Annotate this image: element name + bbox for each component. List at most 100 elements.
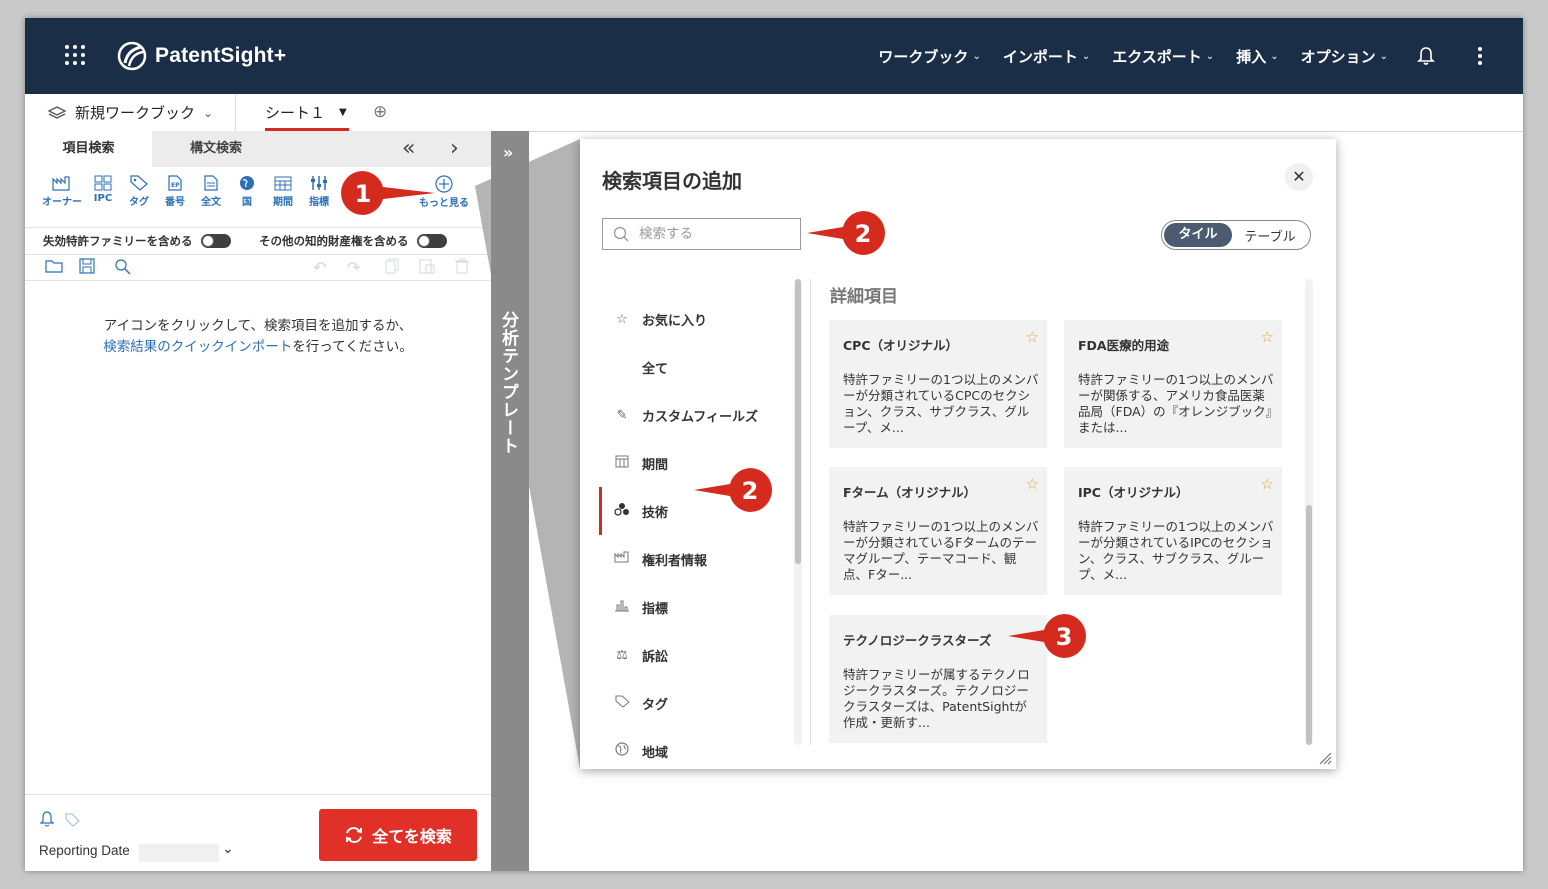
field-country-button[interactable]: 国	[229, 175, 265, 208]
field-owner-button[interactable]: オーナー	[39, 175, 85, 208]
category-all[interactable]: 全て	[602, 343, 792, 391]
scrollbar-thumb[interactable]	[1306, 505, 1312, 745]
tag-icon[interactable]	[65, 813, 80, 827]
chevron-right-icon[interactable]: ›	[450, 136, 459, 161]
star-icon[interactable]: ☆	[1261, 328, 1274, 346]
chevron-down-icon: ⌄	[972, 51, 981, 62]
double-chevron-left-icon[interactable]: «	[402, 136, 415, 161]
search-zoom-icon[interactable]	[114, 258, 131, 275]
tab-item-search[interactable]: 項目検索	[25, 131, 152, 167]
callout-2-search: 2	[807, 211, 885, 255]
view-tile-button[interactable]: タイル	[1164, 223, 1232, 247]
toggle-switch[interactable]	[200, 234, 231, 248]
category-favorites[interactable]: ☆ お気に入り	[602, 295, 792, 343]
copy-icon[interactable]	[385, 258, 399, 274]
nav-options-label: オプション	[1300, 48, 1376, 66]
chevron-down-icon[interactable]: ⌄	[222, 841, 234, 857]
layers-icon	[47, 105, 67, 119]
double-chevron-right-icon[interactable]: »	[503, 143, 513, 162]
star-icon[interactable]: ☆	[1026, 475, 1039, 493]
app-grid-icon[interactable]	[65, 45, 87, 67]
sheet-label: シート１	[265, 104, 326, 122]
quick-import-link[interactable]: 検索結果のクイックインポート	[103, 339, 292, 355]
nav-options[interactable]: オプション ⌄	[1301, 46, 1388, 67]
field-fulltext-button[interactable]: 全文	[193, 175, 229, 208]
globe-icon	[602, 742, 642, 760]
field-tag-button[interactable]: タグ	[121, 175, 157, 208]
star-icon[interactable]: ☆	[1026, 328, 1039, 346]
undo-icon[interactable]: ↶	[313, 258, 326, 277]
more-button[interactable]: もっと見る	[414, 175, 474, 209]
scrollbar-thumb[interactable]	[795, 279, 801, 564]
nav-insert-label: 挿入	[1236, 48, 1267, 66]
tag-icon	[130, 175, 148, 191]
field-card-fterm[interactable]: Fターム（オリジナル） ☆ 特許ファミリーの1つ以上のメンバーが分類されているF…	[829, 467, 1047, 595]
field-card-ipc[interactable]: IPC（オリジナル） ☆ 特許ファミリーの1つ以上のメンバーが分類されているIP…	[1064, 467, 1282, 595]
empty-state-line2: 検索結果のクイックインポートを行ってください。	[25, 337, 491, 358]
chevron-down-icon: ⌄	[1379, 51, 1388, 62]
field-search-input[interactable]	[637, 225, 791, 243]
number-icon: EP	[168, 175, 182, 191]
folder-open-icon[interactable]	[45, 258, 63, 274]
field-ipc-button[interactable]: IPC	[85, 175, 121, 208]
owner-icon	[52, 176, 70, 191]
category-custom-fields[interactable]: ✎ カスタムフィールズ	[602, 391, 792, 439]
resize-handle-icon[interactable]	[1318, 751, 1332, 765]
bell-icon[interactable]	[1417, 46, 1435, 66]
reporting-date-select[interactable]	[139, 844, 219, 862]
nav-export[interactable]: エクスポート ⌄	[1112, 46, 1214, 67]
refresh-icon	[346, 827, 363, 843]
tab-sheet-1[interactable]: シート１ ▼	[265, 102, 347, 123]
close-icon[interactable]: ✕	[1285, 163, 1313, 191]
other-ip-toggle[interactable]: その他の知的財産権を含める	[259, 233, 447, 249]
callout-3: 3	[1008, 614, 1086, 658]
app-window: PatentSight+ ワークブック ⌄ インポート ⌄ エクスポート ⌄ 挿入 ⌄ …	[25, 18, 1523, 871]
search-all-button[interactable]: 全てを検索	[319, 809, 477, 861]
trash-icon[interactable]	[455, 258, 469, 274]
callout-number: 2	[855, 220, 872, 248]
redo-icon[interactable]: ↷	[347, 258, 360, 277]
plus-circle-icon	[435, 175, 453, 193]
expired-families-toggle[interactable]: 失効特許ファミリーを含める	[43, 233, 231, 249]
detail-scrollbar[interactable]	[1305, 279, 1313, 745]
category-scrollbar[interactable]	[794, 279, 802, 745]
category-tag[interactable]: タグ	[602, 679, 792, 727]
bell-icon[interactable]	[40, 811, 54, 827]
logo: PatentSight+	[117, 40, 286, 72]
category-indicator[interactable]: 指標	[602, 583, 792, 631]
paste-icon[interactable]	[419, 258, 435, 274]
empty-state-line2-rest: を行ってください。	[292, 339, 413, 355]
field-card-cpc[interactable]: CPC（オリジナル） ☆ 特許ファミリーの1つ以上のメンバーが分類されているCP…	[829, 320, 1047, 448]
nav-insert[interactable]: 挿入 ⌄	[1236, 46, 1278, 67]
card-description: 特許ファミリーの1つ以上のメンバーが関係する、アメリカ食品医薬品局（FDA）の『…	[1078, 372, 1274, 435]
save-icon[interactable]	[79, 258, 95, 274]
category-label: 地域	[642, 745, 669, 761]
nav-workbook[interactable]: ワークブック ⌄	[878, 46, 980, 67]
card-title: FDA医療的用途	[1078, 338, 1170, 353]
caret-down-icon[interactable]: ▼	[339, 107, 347, 118]
star-icon[interactable]: ☆	[1261, 475, 1274, 493]
tag-label: タグ	[129, 197, 149, 208]
calendar-icon	[274, 176, 292, 191]
category-litigation[interactable]: ⚖ 訴訟	[602, 631, 792, 679]
kebab-menu-icon[interactable]	[1477, 47, 1483, 65]
field-period-button[interactable]: 期間	[265, 175, 301, 208]
analysis-template-strip[interactable]: » 分析テンプレート	[491, 131, 529, 871]
add-sheet-icon[interactable]: ⊕	[373, 102, 387, 122]
category-label: 期間	[642, 457, 669, 473]
workbook-selector[interactable]: 新規ワークブック ⌄	[47, 102, 213, 123]
pencil-icon: ✎	[616, 407, 628, 423]
tab-syntax-search[interactable]: 構文検索	[190, 131, 242, 167]
globe-icon	[240, 176, 254, 190]
card-title: CPC（オリジナル）	[843, 338, 959, 353]
view-table-button[interactable]: テーブル	[1232, 226, 1308, 245]
fulltext-icon	[204, 175, 218, 191]
field-number-button[interactable]: EP 番号	[157, 175, 193, 208]
field-indicator-button[interactable]: 指標	[301, 175, 337, 208]
category-region[interactable]: 地域	[602, 727, 792, 775]
toggle-switch[interactable]	[416, 234, 447, 248]
field-card-fda[interactable]: FDA医療的用途 ☆ 特許ファミリーの1つ以上のメンバーが関係する、アメリカ食品…	[1064, 320, 1282, 448]
category-owner-info[interactable]: 権利者情報	[602, 535, 792, 583]
nav-import[interactable]: インポート ⌄	[1003, 46, 1090, 67]
search-panel: 項目検索 構文検索 « › オーナー IPC タグ EP 番号 全文 国 期間 …	[25, 131, 492, 871]
